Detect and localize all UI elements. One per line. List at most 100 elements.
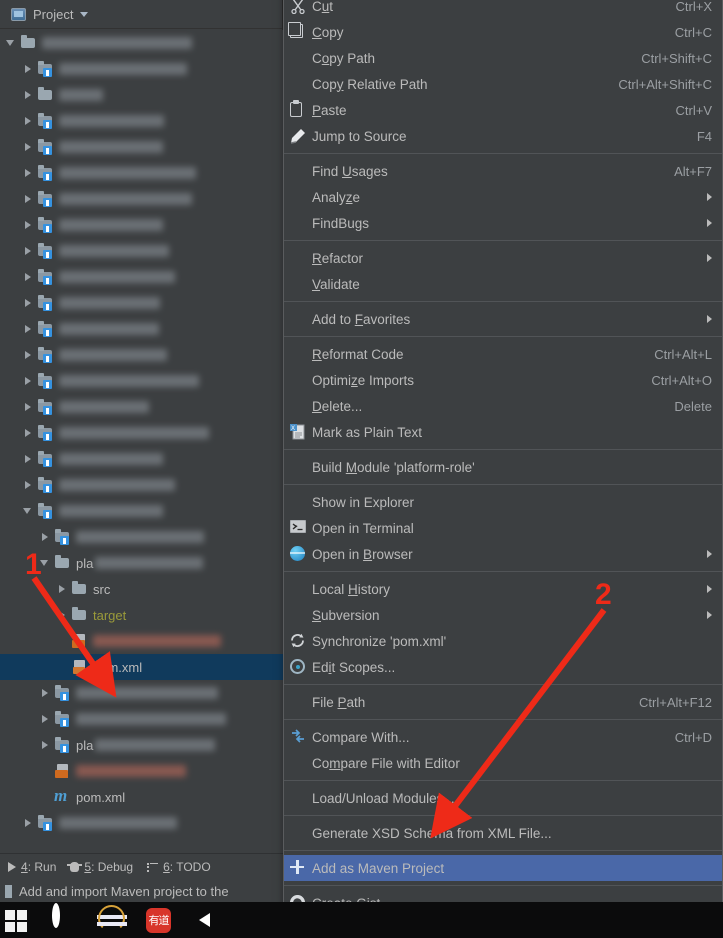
tree-row[interactable]	[0, 56, 283, 82]
menu-item-jump-to-source[interactable]: Jump to Source F4	[284, 123, 722, 149]
menu-item-validate[interactable]: Validate	[284, 271, 722, 297]
menu-item-analyze[interactable]: Analyze	[284, 184, 722, 210]
tree-row[interactable]	[0, 82, 283, 108]
menu-item-subversion[interactable]: Subversion	[284, 602, 722, 628]
tree-row[interactable]	[0, 394, 283, 420]
tree-row[interactable]	[0, 160, 283, 186]
tree-row[interactable]	[0, 810, 283, 836]
twisty-collapsed-icon[interactable]	[21, 134, 37, 160]
tree-row-selected[interactable]: pom.xml	[0, 654, 283, 680]
menu-item-load-unload-modules[interactable]: Load/Unload Modules...	[284, 785, 722, 811]
statusbar-item-todo[interactable]: 6: TODO	[147, 860, 211, 874]
menu-item-compare-with[interactable]: Compare With... Ctrl+D	[284, 724, 722, 750]
menu-item-local-history[interactable]: Local History	[284, 576, 722, 602]
tree-row[interactable]	[0, 186, 283, 212]
twisty-collapsed-icon[interactable]	[21, 212, 37, 238]
tree-row[interactable]	[0, 134, 283, 160]
tree-row[interactable]	[0, 498, 283, 524]
menu-item-mark-as-plain-text[interactable]: X Mark as Plain Text	[284, 419, 722, 445]
twisty-collapsed-icon[interactable]	[21, 420, 37, 446]
menu-item-compare-file-with-editor[interactable]: Compare File with Editor	[284, 750, 722, 776]
twisty-collapsed-icon[interactable]	[55, 602, 71, 628]
tree-row[interactable]	[0, 368, 283, 394]
twisty-collapsed-icon[interactable]	[38, 706, 54, 732]
twisty-collapsed-icon[interactable]	[21, 394, 37, 420]
statusbar-item-run[interactable]: 4: Run	[8, 860, 56, 874]
menu-item-open-in-browser[interactable]: Open in Browser	[284, 541, 722, 567]
green-play-icon[interactable]	[193, 907, 220, 934]
menu-item-delete[interactable]: Delete... Delete	[284, 393, 722, 419]
tree-row[interactable]	[0, 680, 283, 706]
menu-item-copy-relative-path[interactable]: Copy Relative Path Ctrl+Alt+Shift+C	[284, 71, 722, 97]
context-menu[interactable]: Cut Ctrl+X Copy Ctrl+C Copy Path Ctrl+Shift+C…	[283, 0, 723, 938]
twisty-collapsed-icon[interactable]	[21, 316, 37, 342]
statusbar-item-debug[interactable]: 5: Debug	[67, 860, 133, 874]
menu-item-build-module-platform-role[interactable]: Build Module 'platform-role'	[284, 454, 722, 480]
twisty-collapsed-icon[interactable]	[21, 160, 37, 186]
tree-row[interactable]	[0, 316, 283, 342]
tree-row[interactable]	[0, 290, 283, 316]
tree-row[interactable]	[0, 420, 283, 446]
twisty-collapsed-icon[interactable]	[21, 108, 37, 134]
tree-row[interactable]	[0, 30, 283, 56]
browser-icon[interactable]	[98, 904, 126, 934]
tree-row[interactable]	[0, 264, 283, 290]
tree-row[interactable]	[0, 706, 283, 732]
twisty-expanded-icon[interactable]	[21, 498, 37, 524]
menu-item-synchronize-pom-xml[interactable]: Synchronize 'pom.xml'	[284, 628, 722, 654]
tree-row[interactable]	[0, 446, 283, 472]
tree-row[interactable]	[0, 758, 283, 784]
menu-item-optimize-imports[interactable]: Optimize Imports Ctrl+Alt+O	[284, 367, 722, 393]
tree-row[interactable]	[0, 472, 283, 498]
twisty-collapsed-icon[interactable]	[21, 56, 37, 82]
menu-item-cut[interactable]: Cut Ctrl+X	[284, 0, 722, 19]
twisty-collapsed-icon[interactable]	[21, 342, 37, 368]
menu-item-refactor[interactable]: Refactor	[284, 245, 722, 271]
tree-row[interactable]: pla	[0, 550, 283, 576]
tool-window-header[interactable]: Project	[0, 0, 282, 29]
twisty-collapsed-icon[interactable]	[21, 264, 37, 290]
twisty-collapsed-icon[interactable]	[21, 368, 37, 394]
twisty-collapsed-icon[interactable]	[21, 186, 37, 212]
tree-row[interactable]	[0, 342, 283, 368]
project-tree[interactable]: pla src target pom.xml pla pom.xml	[0, 30, 283, 868]
circle-search-icon[interactable]	[52, 902, 79, 934]
chevron-down-icon[interactable]	[80, 11, 89, 17]
menu-item-add-to-favorites[interactable]: Add to Favorites	[284, 306, 722, 332]
twisty-expanded-icon[interactable]	[4, 30, 20, 56]
menu-item-findbugs[interactable]: FindBugs	[284, 210, 722, 236]
twisty-collapsed-icon[interactable]	[38, 680, 54, 706]
tree-row[interactable]: pla	[0, 732, 283, 758]
twisty-collapsed-icon[interactable]	[21, 810, 37, 836]
tree-row[interactable]: target	[0, 602, 283, 628]
tree-row[interactable]	[0, 524, 283, 550]
tree-row[interactable]	[0, 108, 283, 134]
twisty-collapsed-icon[interactable]	[21, 82, 37, 108]
menu-item-reformat-code[interactable]: Reformat Code Ctrl+Alt+L	[284, 341, 722, 367]
menu-item-paste[interactable]: Paste Ctrl+V	[284, 97, 722, 123]
twisty-collapsed-icon[interactable]	[21, 472, 37, 498]
menu-item-open-in-terminal[interactable]: Open in Terminal	[284, 515, 722, 541]
twisty-collapsed-icon[interactable]	[21, 290, 37, 316]
windows-taskbar[interactable]: 有道	[0, 902, 723, 938]
menu-item-file-path[interactable]: File Path Ctrl+Alt+F12	[284, 689, 722, 715]
menu-item-find-usages[interactable]: Find Usages Alt+F7	[284, 158, 722, 184]
tree-row[interactable]	[0, 212, 283, 238]
windows-start-icon[interactable]	[5, 907, 32, 934]
tree-row[interactable]	[0, 238, 283, 264]
twisty-collapsed-icon[interactable]	[38, 732, 54, 758]
youdao-icon[interactable]: 有道	[146, 907, 173, 934]
menu-item-add-as-maven-project[interactable]: Add as Maven Project	[284, 855, 722, 881]
twisty-collapsed-icon[interactable]	[21, 446, 37, 472]
twisty-collapsed-icon[interactable]	[21, 238, 37, 264]
menu-item-copy[interactable]: Copy Ctrl+C	[284, 19, 722, 45]
menu-item-edit-scopes[interactable]: Edit Scopes...	[284, 654, 722, 680]
tree-row[interactable]: pom.xml	[0, 784, 283, 810]
tree-row[interactable]: src	[0, 576, 283, 602]
menu-item-generate-xsd-schema-from-xml-file[interactable]: Generate XSD Schema from XML File...	[284, 820, 722, 846]
twisty-collapsed-icon[interactable]	[38, 524, 54, 550]
menu-item-copy-path[interactable]: Copy Path Ctrl+Shift+C	[284, 45, 722, 71]
menu-item-show-in-explorer[interactable]: Show in Explorer	[284, 489, 722, 515]
twisty-collapsed-icon[interactable]	[55, 576, 71, 602]
tree-row[interactable]	[0, 628, 283, 654]
